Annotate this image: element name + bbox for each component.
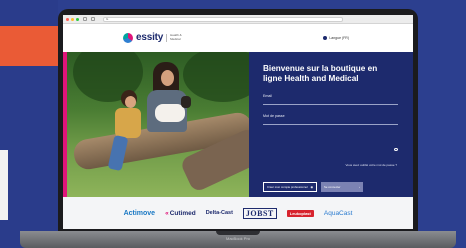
- hero-section: Bienvenue sur la boutique en ligne Healt…: [63, 52, 413, 197]
- hero-photo: [63, 52, 249, 197]
- create-account-label: Créer mon compte professionnel: [267, 185, 308, 189]
- woman-figure: [161, 70, 174, 86]
- maximize-window-dot[interactable]: [76, 17, 79, 21]
- magenta-accent-bar: [63, 52, 67, 197]
- password-field[interactable]: [263, 118, 398, 125]
- user-icon: ◉: [310, 185, 313, 189]
- laptop-lid: G essity Health & Medical Langue (FR) Bi…: [58, 9, 418, 233]
- address-bar[interactable]: G: [103, 16, 343, 22]
- language-label: Langue (FR): [329, 36, 349, 40]
- delta-cast-logo[interactable]: Delta-Cast: [206, 210, 233, 216]
- email-field[interactable]: [263, 98, 398, 105]
- aquacast-logo[interactable]: AquaCast: [324, 210, 353, 217]
- show-password-eye-icon[interactable]: [394, 148, 398, 151]
- site-header: essity Health & Medical Langue (FR): [63, 24, 413, 52]
- boy-figure: [125, 96, 136, 108]
- essity-logo[interactable]: essity Health & Medical: [123, 32, 184, 43]
- laptop-base: MacBook Pro: [20, 231, 456, 248]
- logo-text: essity: [136, 32, 164, 43]
- goat-figure: [155, 104, 185, 122]
- white-strip-graphic: [0, 150, 8, 220]
- jobst-logo[interactable]: JOBST: [242, 207, 277, 219]
- essity-logo-mark-icon: [123, 32, 133, 43]
- logo-subtitle: Health & Medical: [170, 33, 182, 41]
- cutimed-logo[interactable]: Cutimed: [165, 210, 196, 217]
- close-window-dot[interactable]: [66, 17, 69, 21]
- forward-icon[interactable]: [91, 17, 95, 21]
- login-panel: Bienvenue sur la boutique en ligne Healt…: [249, 52, 413, 197]
- laptop-notch: [216, 231, 260, 235]
- minimize-window-dot[interactable]: [71, 17, 74, 21]
- browser-chrome: G: [63, 15, 413, 24]
- login-actions: Créer mon compte professionnel ◉ Se conn…: [263, 182, 363, 192]
- login-button-label: Se connecter: [324, 185, 341, 189]
- foliage-shape: [183, 52, 249, 102]
- brand-logos-strip: Actimove Cutimed Delta-Cast JOBST Leukop…: [63, 197, 413, 229]
- arrow-right-icon: ›: [359, 185, 360, 189]
- leukoplast-logo[interactable]: Leukoplast: [286, 209, 314, 217]
- boy-figure: [115, 108, 141, 138]
- actimove-logo[interactable]: Actimove: [124, 210, 156, 217]
- globe-icon: [323, 36, 328, 40]
- language-selector[interactable]: Langue (FR): [323, 36, 349, 40]
- login-button[interactable]: Se connecter ›: [321, 182, 363, 192]
- back-icon[interactable]: [83, 17, 87, 21]
- device-label: MacBook Pro: [225, 236, 250, 241]
- create-account-button[interactable]: Créer mon compte professionnel ◉: [263, 182, 317, 192]
- logo-divider: [166, 33, 168, 42]
- goat-figure: [181, 96, 191, 108]
- login-title: Bienvenue sur la boutique en ligne Healt…: [263, 64, 378, 83]
- laptop-screen: G essity Health & Medical Langue (FR) Bi…: [63, 15, 413, 229]
- forgot-password-link[interactable]: Vous avez oublié votre mot de passe ?: [345, 163, 397, 167]
